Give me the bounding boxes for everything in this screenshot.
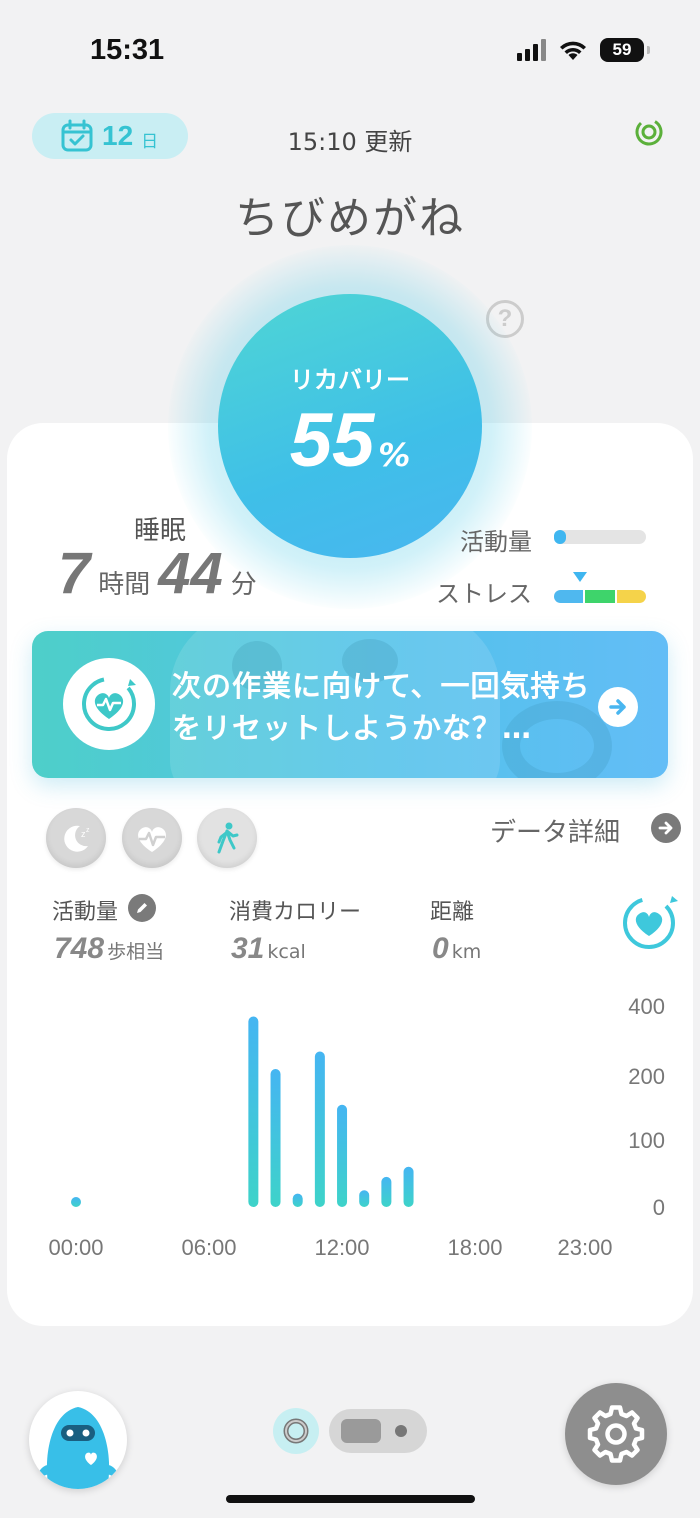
data-detail-link[interactable]: データ詳細 xyxy=(490,812,620,849)
advice-text: 次の作業に向けて、一回気持ちをリセットしようかな？… xyxy=(172,669,591,745)
calories-unit: kcal xyxy=(267,941,306,963)
chart-bar xyxy=(248,1016,259,1207)
calories-stat-value: 31 kcal xyxy=(231,932,306,966)
chart-bar xyxy=(314,1051,325,1207)
device-switcher[interactable] xyxy=(273,1408,427,1454)
stress-label: ストレス xyxy=(436,580,532,608)
wifi-icon xyxy=(560,41,586,60)
activity-stat-value: 748 歩相当 xyxy=(54,932,164,966)
pencil-edit-icon[interactable] xyxy=(128,894,156,922)
sleep-minutes-unit: 分 xyxy=(230,570,257,600)
distance-stat-value: 0 km xyxy=(432,932,481,966)
y-tick-label: 200 xyxy=(628,1064,665,1089)
card-device-toggle[interactable] xyxy=(329,1409,427,1453)
recovery-score-circle[interactable]: リカバリー 55 % xyxy=(218,294,482,558)
y-tick-label: 0 xyxy=(653,1195,665,1220)
arrow-right-icon[interactable] xyxy=(651,813,681,843)
activity-label: 活動量 xyxy=(460,528,532,556)
walking-icon xyxy=(217,822,239,854)
heart-trend-icon[interactable] xyxy=(620,890,682,952)
status-time: 15:31 xyxy=(90,34,165,66)
activity-bar-chart: 00:00 06:00 12:00 18:00 23:00 0 100 200 400 xyxy=(48,994,665,1260)
stress-segment-low xyxy=(554,590,584,603)
stress-marker-icon xyxy=(573,572,587,582)
ring-sync-icon[interactable] xyxy=(634,117,664,147)
activity-level-bar xyxy=(554,530,646,544)
svg-text:z: z xyxy=(86,827,90,834)
x-tick-label: 12:00 xyxy=(314,1235,369,1260)
status-icons: 59 xyxy=(517,38,650,62)
chart-bar xyxy=(359,1190,370,1207)
home-indicator xyxy=(226,1495,475,1503)
heart-mode-button[interactable] xyxy=(122,808,182,868)
heart-rate-icon xyxy=(138,827,166,852)
recovery-unit: % xyxy=(378,436,411,474)
distance-stat-label: 距離 xyxy=(430,900,475,925)
stress-level-bar xyxy=(554,590,646,603)
recovery-value: 55 % xyxy=(290,397,411,484)
activity-mode-button[interactable] xyxy=(197,808,257,868)
sleep-hours-unit: 時間 xyxy=(98,570,151,600)
chart-bar xyxy=(292,1193,303,1207)
chart-bar xyxy=(337,1104,348,1207)
page-dot xyxy=(395,1425,407,1437)
last-updated: 15:10 更新 xyxy=(287,128,413,156)
recovery-number: 55 xyxy=(289,398,375,483)
heart-recovery-icon xyxy=(63,658,155,750)
y-tick-label: 100 xyxy=(628,1128,665,1153)
battery-icon: 59 xyxy=(600,38,650,62)
calories-value: 31 xyxy=(231,932,265,965)
activity-stat-label: 活動量 xyxy=(52,900,119,925)
username: ちびめがね xyxy=(235,193,465,244)
activity-steps: 748 xyxy=(54,932,105,965)
x-tick-label: 06:00 xyxy=(181,1235,236,1260)
arrow-right-icon[interactable] xyxy=(598,687,638,727)
chart-bar xyxy=(381,1176,392,1207)
sleep-hours: 7 xyxy=(58,541,91,606)
mascot-avatar[interactable] xyxy=(29,1391,127,1489)
calories-stat-label: 消費カロリー xyxy=(229,900,362,925)
stress-segment-mid xyxy=(585,590,615,603)
card-device-icon xyxy=(341,1419,381,1443)
stress-segment-high xyxy=(616,590,646,603)
x-tick-label: 18:00 xyxy=(447,1235,502,1260)
settings-button[interactable] xyxy=(565,1383,667,1485)
gear-icon xyxy=(587,1405,645,1463)
ring-device-icon[interactable] xyxy=(273,1408,319,1454)
chart-bar xyxy=(403,1166,414,1207)
y-tick-label: 400 xyxy=(628,994,665,1019)
moon-sleep-icon: z z xyxy=(64,825,90,852)
sleep-minutes: 44 xyxy=(158,541,223,606)
sleep-mode-button[interactable]: z z xyxy=(46,808,106,868)
x-tick-label: 00:00 xyxy=(48,1235,103,1260)
advice-banner[interactable]: 次の作業に向けて、一回気持ちをリセットしようかな？… xyxy=(32,631,668,778)
x-tick-label: 23:00 xyxy=(557,1235,612,1260)
activity-steps-unit: 歩相当 xyxy=(107,941,165,963)
distance-unit: km xyxy=(451,941,482,963)
cellular-signal-icon xyxy=(517,39,546,61)
chart-bar xyxy=(71,1197,81,1207)
activity-level-fill xyxy=(554,530,566,544)
distance-value: 0 xyxy=(432,932,449,965)
sleep-duration: 7 時間 44 分 xyxy=(58,540,265,607)
chart-bar xyxy=(270,1069,281,1207)
recovery-label: リカバリー xyxy=(290,366,410,394)
